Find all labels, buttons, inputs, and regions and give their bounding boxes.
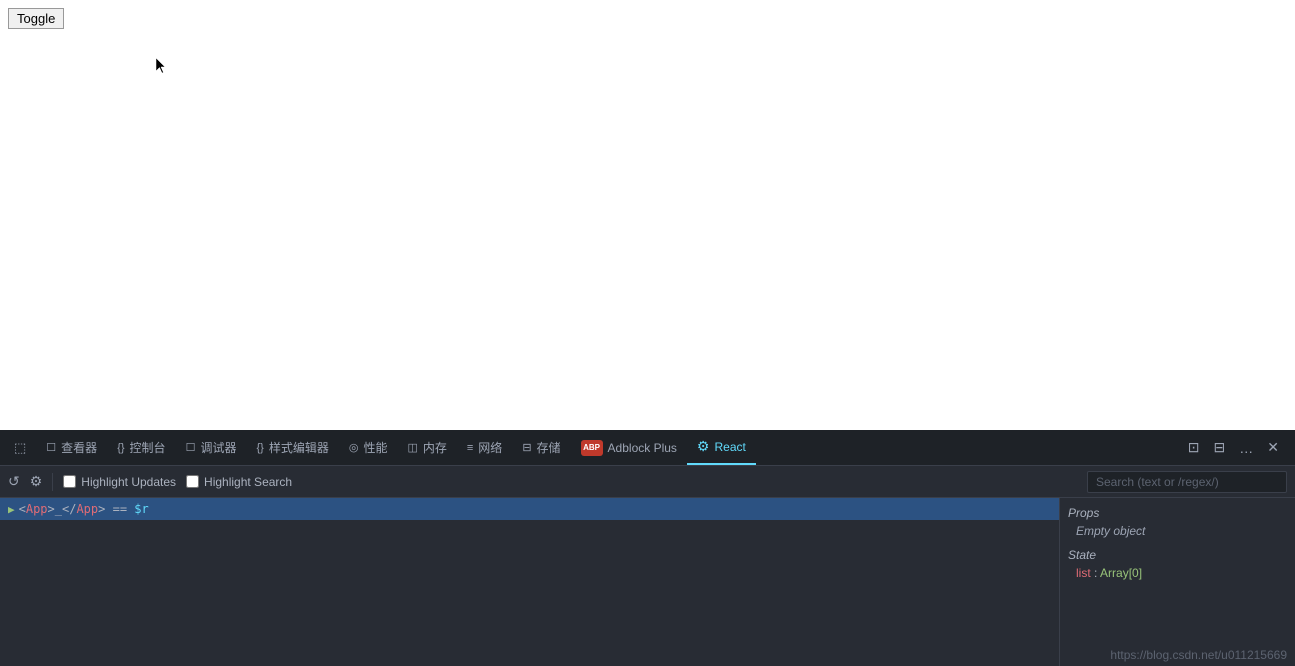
props-section: Props Empty object xyxy=(1068,506,1287,538)
tab-inspector[interactable]: ☐ 查看器 xyxy=(36,430,107,465)
state-value: Array[0] xyxy=(1100,566,1142,580)
devtools-panel: ⬚ ☐ 查看器 {} 控制台 ☐ 调试器 {} 样式编辑器 ◎ 性能 ◫ 内存 … xyxy=(0,430,1295,666)
performance-icon: ◎ xyxy=(349,441,359,454)
tag-end-bracket: > xyxy=(98,502,105,516)
tab-performance[interactable]: ◎ 性能 xyxy=(339,430,398,465)
state-item: list : Array[0] xyxy=(1068,566,1287,580)
performance-label: 性能 xyxy=(363,439,387,456)
tag-close-bracket: >_</ xyxy=(48,502,77,516)
tab-memory[interactable]: ◫ 内存 xyxy=(397,430,456,465)
dock-icon[interactable]: ⊟ xyxy=(1210,437,1230,458)
highlight-updates-label: Highlight Updates xyxy=(81,475,176,489)
memory-label: 内存 xyxy=(423,439,447,456)
tree-row[interactable]: ▶ < App >_</ App > == $r xyxy=(0,498,1059,520)
highlight-updates-checkbox-label[interactable]: Highlight Updates xyxy=(63,475,176,489)
inspector-icon: ☐ xyxy=(46,441,56,454)
toolbar-separator xyxy=(52,473,53,491)
state-section: State list : Array[0] xyxy=(1068,548,1287,580)
dollar-r-var: $r xyxy=(134,502,148,516)
browser-content: Toggle xyxy=(0,0,1295,430)
tab-inspect[interactable]: ⬚ xyxy=(4,430,36,465)
react-search-container xyxy=(1087,471,1287,493)
network-icon: ≡ xyxy=(467,442,473,454)
storage-icon: ⊟ xyxy=(522,441,531,454)
style-editor-label: 样式编辑器 xyxy=(269,439,329,456)
highlight-search-checkbox-label[interactable]: Highlight Search xyxy=(186,475,292,489)
inspector-label: 查看器 xyxy=(61,439,97,456)
tab-debugger[interactable]: ☐ 调试器 xyxy=(176,430,247,465)
debugger-icon: ☐ xyxy=(186,441,196,454)
highlight-search-label: Highlight Search xyxy=(204,475,292,489)
react-label: React xyxy=(714,440,745,454)
component-tree[interactable]: ▶ < App >_</ App > == $r xyxy=(0,498,1060,666)
react-refresh-icon[interactable]: ↺ xyxy=(8,473,20,490)
tab-style-editor[interactable]: {} 样式编辑器 xyxy=(246,430,338,465)
toolbar-right-controls: ⊡ ⊟ … ✕ xyxy=(1184,437,1291,458)
tree-arrow: ▶ xyxy=(8,503,15,516)
debugger-label: 调试器 xyxy=(200,439,236,456)
tag-open-bracket: < xyxy=(19,502,26,516)
storage-label: 存储 xyxy=(537,439,561,456)
props-title: Props xyxy=(1068,506,1287,520)
devtools-toolbar: ⬚ ☐ 查看器 {} 控制台 ☐ 调试器 {} 样式编辑器 ◎ 性能 ◫ 内存 … xyxy=(0,430,1295,466)
tab-react[interactable]: ⚙ React xyxy=(687,430,756,465)
react-settings-icon[interactable]: ⚙ xyxy=(30,473,43,490)
react-search-input[interactable] xyxy=(1087,471,1287,493)
tab-console[interactable]: {} 控制台 xyxy=(107,430,175,465)
right-panel: Props Empty object State list : Array[0]… xyxy=(1060,498,1295,666)
more-options-icon[interactable]: … xyxy=(1235,438,1257,458)
component-name-close: App xyxy=(76,502,98,516)
abp-icon: ABP xyxy=(581,440,603,456)
tab-adblock[interactable]: ABP Adblock Plus xyxy=(571,430,687,465)
props-value: Empty object xyxy=(1068,524,1287,538)
watermark: https://blog.csdn.net/u011215669 xyxy=(1110,648,1287,662)
equals-sign: == xyxy=(105,502,134,516)
console-label: 控制台 xyxy=(130,439,166,456)
style-editor-icon: {} xyxy=(256,442,263,454)
react-secondary-toolbar: ↺ ⚙ Highlight Updates Highlight Search xyxy=(0,466,1295,498)
component-name: App xyxy=(26,502,48,516)
highlight-search-checkbox[interactable] xyxy=(186,475,199,488)
inspect-icon: ⬚ xyxy=(14,440,26,456)
state-title: State xyxy=(1068,548,1287,562)
close-devtools-icon[interactable]: ✕ xyxy=(1263,437,1283,458)
adblock-label: Adblock Plus xyxy=(608,441,677,455)
devtools-main-area: ▶ < App >_</ App > == $r Props Empty obj… xyxy=(0,498,1295,666)
react-icon: ⚙ xyxy=(697,438,710,455)
tab-network[interactable]: ≡ 网络 xyxy=(457,430,512,465)
cursor-indicator xyxy=(155,57,169,75)
toggle-button[interactable]: Toggle xyxy=(8,8,64,29)
state-key: list xyxy=(1076,566,1091,580)
console-icon: {} xyxy=(117,442,124,454)
memory-icon: ◫ xyxy=(407,441,417,454)
highlight-updates-checkbox[interactable] xyxy=(63,475,76,488)
tab-storage[interactable]: ⊟ 存储 xyxy=(512,430,570,465)
network-label: 网络 xyxy=(478,439,502,456)
split-pane-icon[interactable]: ⊡ xyxy=(1184,437,1204,458)
